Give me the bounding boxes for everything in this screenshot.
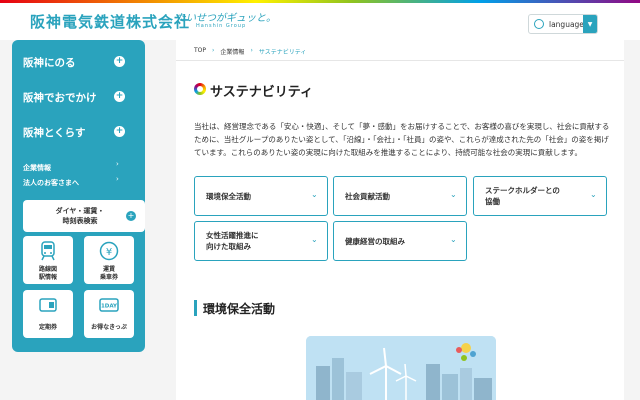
chevron-down-icon: ⌄ — [450, 235, 457, 244]
group-slogan-logo: たいせつがギュッと。 Hanshin Group — [176, 9, 276, 33]
timetable-search-button[interactable]: ダイヤ・運賃・ 時刻表検索 + — [23, 200, 145, 232]
chevron-right-icon: › — [116, 175, 119, 183]
card-label: 女性活躍推進に 向けた取組み — [206, 222, 306, 260]
route-map-button[interactable]: 路線図 駅情報 — [23, 236, 73, 284]
pass-card-icon — [39, 298, 57, 312]
card-social-contribution[interactable]: 社会貢献活動 ⌄ — [333, 176, 467, 216]
sidebar: 阪神にのる + 阪神でおでかけ + 阪神とくらす + 企業情報 › 法人のお客さ… — [12, 40, 145, 352]
chevron-right-icon: › — [116, 160, 119, 168]
card-women-empowerment[interactable]: 女性活躍推進に 向けた取組み ⌄ — [194, 221, 328, 261]
plus-icon: + — [126, 211, 136, 221]
globe-icon — [534, 19, 544, 29]
day-ticket-icon: 1DAY — [99, 298, 119, 312]
chevron-down-icon: ⌄ — [450, 190, 457, 199]
breadcrumb-home[interactable]: TOP — [194, 47, 206, 56]
plus-icon[interactable]: + — [114, 126, 125, 137]
section-accent-bar — [194, 300, 197, 316]
tile-label-line2: 乗車券 — [99, 274, 118, 281]
card-health-management[interactable]: 健康経営の取組み ⌄ — [333, 221, 467, 261]
yen-icon: ¥ — [99, 241, 119, 261]
tile-label: 運賃 乗車券 — [84, 266, 134, 282]
fare-ticket-button[interactable]: ¥ 運賃 乗車券 — [84, 236, 134, 284]
train-icon — [41, 241, 55, 261]
slogan-text: たいせつがギュッと。 — [176, 13, 276, 24]
card-label-line1: 社会貢献活動 — [345, 191, 390, 201]
timetable-label-line2: 時刻表検索 — [62, 217, 98, 225]
chevron-right-icon: › — [212, 47, 215, 54]
breadcrumb: TOP › 企業情報 › サステナビリティ — [194, 47, 306, 56]
chevron-down-icon: ⌄ — [590, 190, 597, 199]
svg-text:¥: ¥ — [106, 247, 112, 258]
card-label-line1: 環境保全活動 — [206, 191, 251, 201]
card-label: 環境保全活動 — [206, 177, 306, 215]
plus-icon[interactable]: + — [114, 56, 125, 67]
card-label: ステークホルダーとの 協働 — [485, 177, 585, 215]
language-label: language — [549, 19, 584, 29]
tile-label-line1: 定期券 — [38, 324, 57, 331]
card-label-line2: 協働 — [485, 197, 500, 206]
breadcrumb-current: サステナビリティ — [258, 49, 307, 56]
chevron-right-icon: › — [250, 47, 253, 54]
timetable-button-label: ダイヤ・運賃・ 時刻表検索 — [45, 206, 115, 226]
tile-label-line2: 駅情報 — [38, 274, 57, 281]
sidebar-item-outing[interactable]: 阪神でおでかけ — [23, 90, 97, 105]
chevron-down-icon: ⌄ — [311, 190, 318, 199]
card-label: 社会貢献活動 — [345, 177, 445, 215]
tile-label: 路線図 駅情報 — [23, 266, 73, 282]
tile-label-line1: お得なきっぷ — [91, 324, 127, 331]
tile-label-line1: 運賃 — [102, 266, 115, 273]
tile-label-line1: 路線図 — [38, 266, 57, 273]
chevron-down-icon: ⌄ — [311, 235, 318, 244]
commuter-pass-button[interactable]: 定期券 — [23, 290, 73, 338]
sustainability-ring-icon — [194, 83, 206, 95]
timetable-label-line1: ダイヤ・運賃・ — [55, 207, 105, 215]
chevron-down-icon[interactable]: ▼ — [583, 15, 597, 33]
day-ticket-badge: 1DAY — [101, 304, 118, 310]
card-label-line1: ステークホルダーとの — [485, 186, 560, 195]
slogan-sub-text: Hanshin Group — [196, 23, 247, 29]
city-wind-turbine-image — [306, 336, 496, 400]
card-label-line1: 健康経営の取組み — [345, 236, 405, 246]
sidebar-item-living[interactable]: 阪神とくらす — [23, 125, 85, 140]
intro-text: 当社は、経営理念である「安心・快適」、そして「夢・感動」をお届けすることで、お客… — [194, 122, 610, 157]
section-title: 環境保全活動 — [203, 302, 276, 316]
discount-ticket-button[interactable]: 1DAY お得なきっぷ — [84, 290, 134, 338]
language-selector[interactable]: language ▼ — [528, 14, 598, 34]
card-label-line2: 向けた取組み — [206, 242, 251, 251]
sidebar-item-business-customers[interactable]: 法人のお客さまへ — [23, 178, 79, 188]
card-environment[interactable]: 環境保全活動 ⌄ — [194, 176, 328, 216]
environment-illustration — [306, 336, 496, 400]
card-label-line1: 女性活躍推進に — [206, 231, 259, 240]
company-logo[interactable]: 阪神電気鉄道株式会社 — [30, 11, 190, 32]
page-title: サステナビリティ — [210, 85, 313, 100]
plus-icon[interactable]: + — [114, 91, 125, 102]
main-content: TOP › 企業情報 › サステナビリティ サステナビリティ 当社は、経営理念で… — [176, 40, 624, 400]
tile-label: 定期券 — [23, 324, 73, 332]
tile-label: お得なきっぷ — [84, 324, 134, 332]
card-label: 健康経営の取組み — [345, 222, 445, 260]
site-header: 阪神電気鉄道株式会社 たいせつがギュッと。 Hanshin Group lang… — [0, 3, 640, 40]
divider — [176, 60, 624, 61]
sidebar-item-corporate-info[interactable]: 企業情報 — [23, 163, 51, 173]
sidebar-item-ride[interactable]: 阪神にのる — [23, 55, 76, 70]
card-stakeholders[interactable]: ステークホルダーとの 協働 ⌄ — [473, 176, 607, 216]
breadcrumb-parent[interactable]: 企業情報 — [220, 47, 244, 56]
